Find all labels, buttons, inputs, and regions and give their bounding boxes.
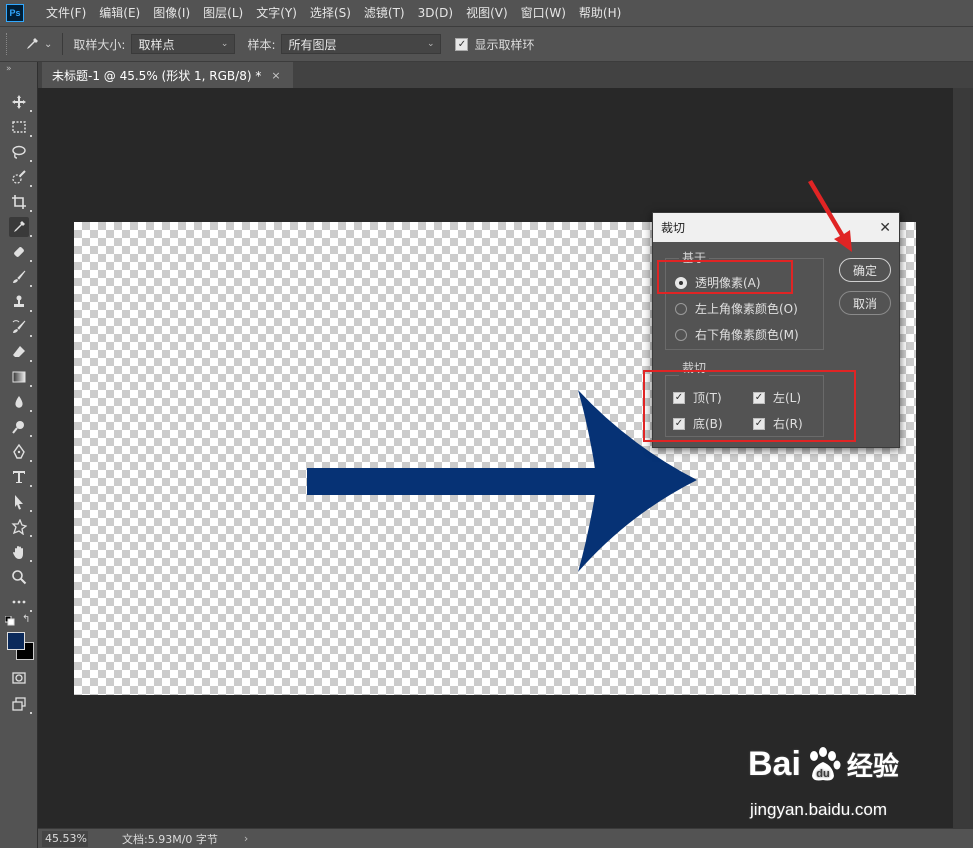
eyedropper-tool-icon[interactable] <box>9 217 32 237</box>
document-tab[interactable]: 未标题-1 @ 45.5% (形状 1, RGB/8) * × <box>42 62 293 88</box>
radio-top-left-color[interactable]: 左上角像素颜色(O) <box>675 300 798 317</box>
radio-button[interactable] <box>675 302 687 315</box>
sample-select[interactable]: 所有图层 ⌄ <box>281 34 442 54</box>
close-icon[interactable]: ✕ <box>879 220 891 236</box>
cancel-button[interactable]: 取消 <box>839 291 891 315</box>
tools-panel: » ↰ <box>0 62 38 848</box>
annotation-arrow-icon <box>808 180 852 252</box>
pen-tool-icon[interactable] <box>9 442 32 462</box>
annotation-box-trim-checks <box>643 370 856 442</box>
dialog-titlebar[interactable]: 裁切 ✕ <box>653 213 899 242</box>
menu-type[interactable]: 文字(Y) <box>256 4 297 21</box>
custom-shape-tool-icon[interactable] <box>9 517 32 537</box>
eraser-tool-icon[interactable] <box>9 342 32 362</box>
menu-filter[interactable]: 滤镜(T) <box>364 4 405 21</box>
history-brush-tool-icon[interactable] <box>9 317 32 337</box>
hand-tool-icon[interactable] <box>9 542 32 562</box>
annotation-box-transparent-pixels <box>657 260 793 294</box>
panel-collapse-icon[interactable]: » <box>0 62 37 86</box>
tool-preset-chevron-icon[interactable]: ⌄ <box>44 39 52 50</box>
vertical-scrollbar[interactable] <box>953 88 973 828</box>
dialog-title: 裁切 <box>661 221 686 235</box>
brush-tool-icon[interactable] <box>9 267 32 287</box>
move-tool-icon[interactable] <box>9 92 32 112</box>
menu-file[interactable]: 文件(F) <box>46 4 86 21</box>
menu-layer[interactable]: 图层(L) <box>203 4 243 21</box>
options-grip[interactable] <box>6 33 10 55</box>
menu-bar: Ps 文件(F) 编辑(E) 图像(I) 图层(L) 文字(Y) 选择(S) 滤… <box>0 0 973 25</box>
baidu-paw-logo-icon: du <box>809 747 841 781</box>
zoom-field[interactable]: 45.53% <box>42 830 88 847</box>
quick-selection-tool-icon[interactable] <box>9 167 32 187</box>
foreground-color-swatch[interactable] <box>7 632 25 650</box>
sample-size-label: 取样大小: <box>73 37 126 52</box>
show-sampling-ring-checkbox[interactable]: ✓ <box>455 37 469 51</box>
menu-help[interactable]: 帮助(H) <box>579 4 621 21</box>
sample-size-select[interactable]: 取样点 ⌄ <box>131 34 236 54</box>
menu-view[interactable]: 视图(V) <box>466 4 508 21</box>
path-selection-tool-icon[interactable] <box>9 492 32 512</box>
options-bar: ⌄ 取样大小: 取样点 ⌄ 样本: 所有图层 ⌄ ✓ 显示取样环 <box>0 26 973 62</box>
chevron-down-icon: ⌄ <box>220 39 229 49</box>
baidu-jingyan-watermark: Bai du 经验 jingyan.baidu.com <box>748 744 899 820</box>
dodge-tool-icon[interactable] <box>9 417 32 437</box>
document-tab-title: 未标题-1 @ 45.5% (形状 1, RGB/8) * <box>52 68 262 83</box>
menu-edit[interactable]: 编辑(E) <box>99 4 140 21</box>
eyedropper-preset-icon[interactable] <box>24 36 40 52</box>
radio-button[interactable] <box>675 328 687 341</box>
crop-tool-icon[interactable] <box>9 192 32 212</box>
chevron-down-icon: ⌄ <box>426 39 435 49</box>
quick-mask-icon[interactable] <box>9 668 29 688</box>
ok-button[interactable]: 确定 <box>839 258 891 282</box>
lasso-tool-icon[interactable] <box>9 142 32 162</box>
more-tools-icon[interactable] <box>9 592 32 612</box>
gradient-tool-icon[interactable] <box>9 367 32 387</box>
sample-label: 样本: <box>247 37 276 52</box>
status-menu-arrow-icon[interactable]: › <box>244 832 248 845</box>
radio-bottom-right-color[interactable]: 右下角像素颜色(M) <box>675 326 799 343</box>
blur-tool-icon[interactable] <box>9 392 32 412</box>
show-sampling-ring-label: 显示取样环 <box>474 37 535 52</box>
menu-window[interactable]: 窗口(W) <box>521 4 566 21</box>
status-bar: 45.53% 文档:5.93M/0 字节 › <box>38 828 973 848</box>
document-tab-bar: 未标题-1 @ 45.5% (形状 1, RGB/8) * × <box>38 62 973 88</box>
healing-brush-tool-icon[interactable] <box>9 242 32 262</box>
svg-text:du: du <box>816 768 829 780</box>
screen-mode-icon[interactable] <box>9 694 32 714</box>
document-info: 文档:5.93M/0 字节 <box>122 832 218 846</box>
clone-stamp-tool-icon[interactable] <box>9 292 32 312</box>
menu-3d[interactable]: 3D(D) <box>418 6 453 20</box>
default-colors-icon[interactable] <box>4 615 15 626</box>
menu-image[interactable]: 图像(I) <box>153 4 190 21</box>
photoshop-logo-icon: Ps <box>6 3 24 22</box>
marquee-tool-icon[interactable] <box>9 117 32 137</box>
zoom-tool-icon[interactable] <box>9 567 29 587</box>
type-tool-icon[interactable] <box>9 467 32 487</box>
menu-select[interactable]: 选择(S) <box>310 4 351 21</box>
swap-colors-icon[interactable]: ↰ <box>22 614 34 626</box>
close-icon[interactable]: × <box>271 69 280 82</box>
